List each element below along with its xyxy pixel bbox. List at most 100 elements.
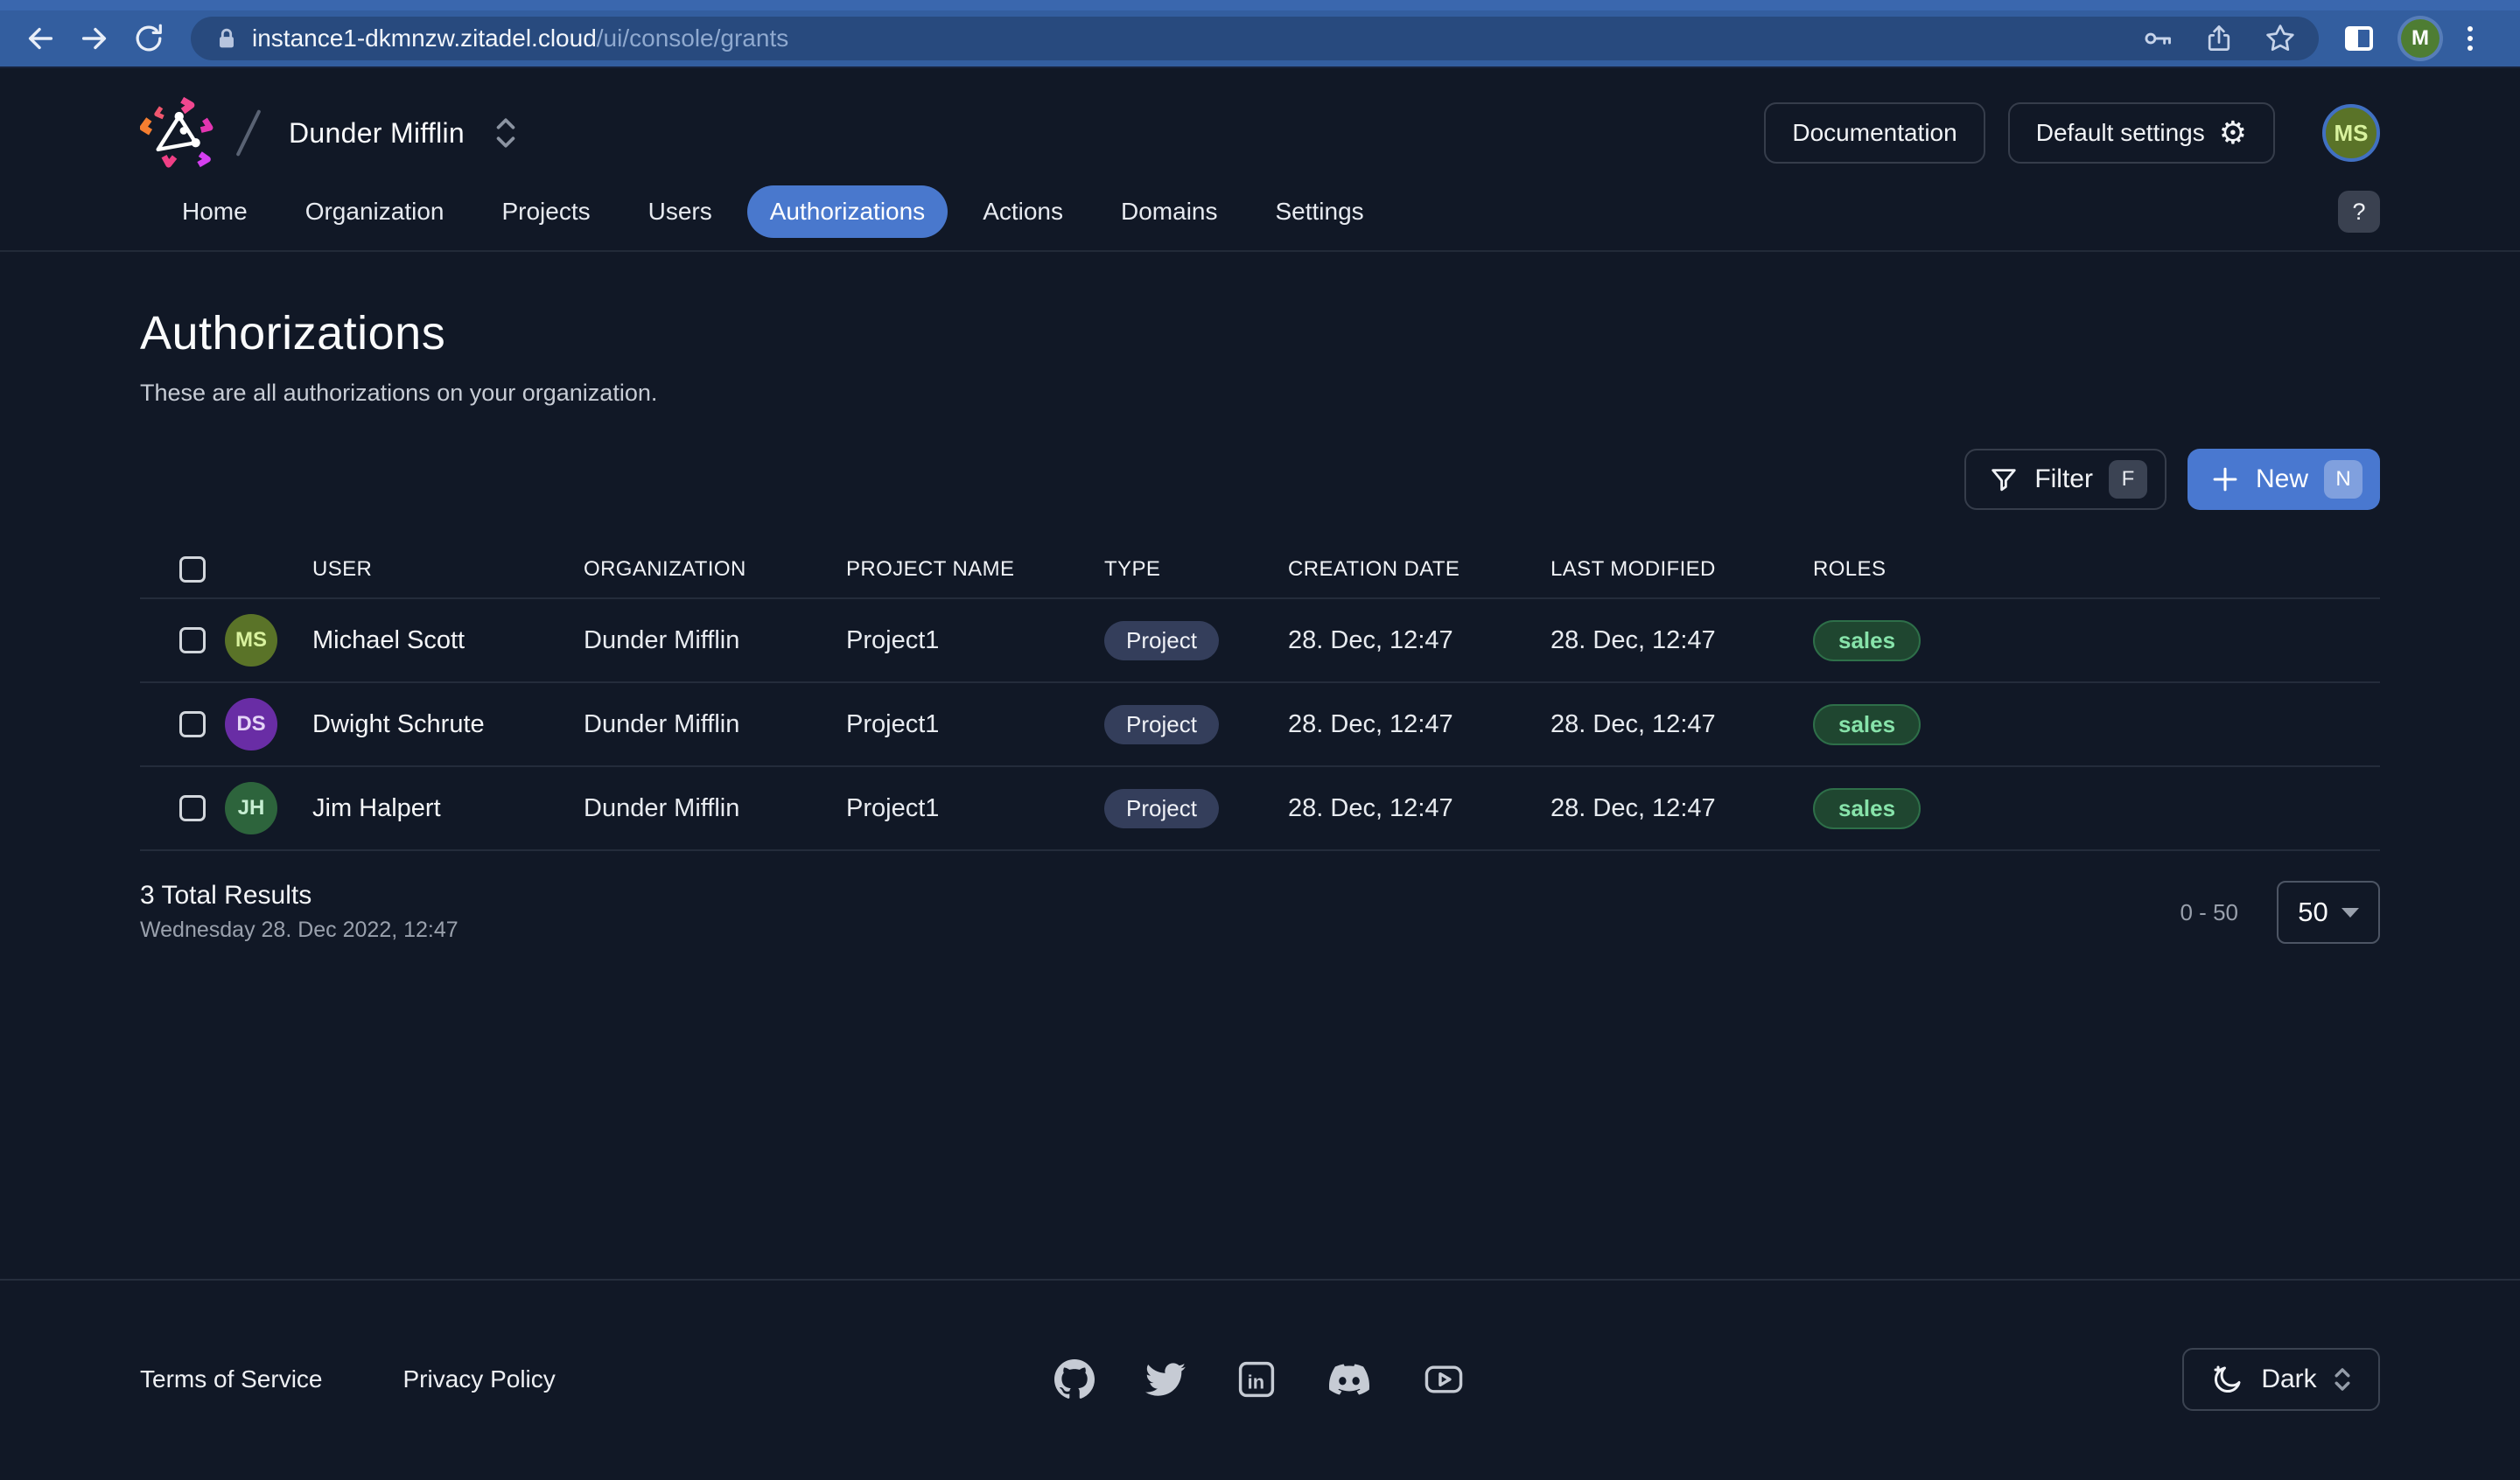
cell-user: Dwight Schrute [312, 710, 584, 739]
page-subtitle: These are all authorizations on your org… [140, 380, 2380, 407]
app-header: Dunder Mifflin Documentation Default set… [0, 68, 2520, 185]
type-badge: Project [1104, 705, 1219, 744]
new-button[interactable]: New N [2188, 449, 2380, 510]
table-row[interactable]: DS Dwight Schrute Dunder Mifflin Project… [140, 683, 2380, 767]
lock-icon [214, 25, 240, 52]
default-settings-label: Default settings [2036, 119, 2205, 147]
org-switcher-chevrons-icon[interactable] [494, 115, 517, 151]
table-header-row: USER ORGANIZATION PROJECT NAME TYPE CREA… [140, 541, 2380, 599]
role-badge: sales [1813, 704, 1921, 745]
type-badge: Project [1104, 621, 1219, 660]
row-checkbox[interactable] [179, 795, 206, 821]
zitadel-logo[interactable] [140, 95, 215, 171]
bookmark-star-icon[interactable] [2264, 23, 2296, 54]
cell-last-modified: 28. Dec, 12:47 [1550, 794, 1813, 823]
app-footer: Terms of Service Privacy Policy in D [0, 1279, 2520, 1478]
zitadel-console: Dunder Mifflin Documentation Default set… [0, 68, 2520, 1478]
page-title: Authorizations [140, 306, 2380, 360]
row-checkbox[interactable] [179, 627, 206, 653]
cell-project-name: Project1 [846, 626, 1104, 655]
authorizations-table: USER ORGANIZATION PROJECT NAME TYPE CREA… [140, 541, 2380, 851]
main-content: Authorizations These are all authorizati… [0, 252, 2520, 1279]
new-label: New [2256, 464, 2308, 494]
social-icons: in [1054, 1359, 1466, 1400]
linkedin-icon[interactable]: in [1236, 1359, 1277, 1400]
github-icon[interactable] [1054, 1359, 1095, 1400]
row-avatar: MS [225, 614, 277, 667]
browser-profile-avatar[interactable]: M [2401, 19, 2440, 58]
filter-label: Filter [2034, 464, 2093, 494]
terms-of-service-link[interactable]: Terms of Service [140, 1365, 323, 1393]
role-badge: sales [1813, 620, 1921, 661]
cell-user: Jim Halpert [312, 794, 584, 823]
col-roles: ROLES [1813, 557, 2380, 582]
cell-roles: sales [1813, 788, 2380, 829]
theme-select[interactable]: Dark [2182, 1348, 2380, 1411]
table-body: MS Michael Scott Dunder Mifflin Project1… [140, 599, 2380, 851]
new-shortcut-badge: N [2324, 460, 2362, 499]
col-project-name: PROJECT NAME [846, 557, 1104, 582]
side-panel-icon[interactable] [2342, 21, 2376, 56]
filter-shortcut-badge: F [2109, 460, 2147, 499]
cell-last-modified: 28. Dec, 12:47 [1550, 626, 1813, 655]
tab-users[interactable]: Users [626, 185, 735, 238]
tab-actions[interactable]: Actions [960, 185, 1086, 238]
role-badge: sales [1813, 788, 1921, 829]
help-button[interactable]: ? [2338, 191, 2380, 233]
row-avatar: DS [225, 698, 277, 750]
svg-text:in: in [1248, 1371, 1264, 1393]
youtube-icon[interactable] [1422, 1359, 1466, 1400]
cell-user: Michael Scott [312, 626, 584, 655]
documentation-label: Documentation [1792, 119, 1956, 147]
documentation-button[interactable]: Documentation [1764, 102, 1984, 164]
reload-icon[interactable] [131, 21, 166, 56]
page-range: 0 - 50 [2180, 899, 2239, 926]
row-checkbox[interactable] [179, 711, 206, 737]
type-badge: Project [1104, 789, 1219, 828]
tab-projects[interactable]: Projects [479, 185, 612, 238]
browser-chrome: instance1-dkmnzw.zitadel.cloud/ui/consol… [0, 0, 2520, 68]
cell-type: Project [1104, 789, 1288, 828]
tab-organization[interactable]: Organization [283, 185, 467, 238]
cell-creation-date: 28. Dec, 12:47 [1288, 710, 1550, 739]
page-size-select[interactable]: 50 [2277, 881, 2380, 944]
default-settings-button[interactable]: Default settings ⚙ [2008, 102, 2275, 164]
caret-down-icon [2342, 908, 2359, 918]
twitter-icon[interactable] [1145, 1359, 1186, 1400]
cell-type: Project [1104, 705, 1288, 744]
privacy-policy-link[interactable]: Privacy Policy [403, 1365, 556, 1393]
cell-project-name: Project1 [846, 794, 1104, 823]
nav-tabs: HomeOrganizationProjects UsersAuthorizati… [0, 185, 2520, 252]
table-row[interactable]: MS Michael Scott Dunder Mifflin Project1… [140, 599, 2380, 683]
tab-authorizations[interactable]: Authorizations [747, 185, 948, 238]
total-results: 3 Total Results [140, 881, 458, 911]
discord-icon[interactable] [1327, 1359, 1371, 1400]
tab-home[interactable]: Home [159, 185, 270, 238]
url-bar[interactable]: instance1-dkmnzw.zitadel.cloud/ui/consol… [191, 17, 2319, 60]
filter-funnel-icon [1989, 464, 2019, 494]
results-timestamp: Wednesday 28. Dec 2022, 12:47 [140, 918, 458, 943]
table-row[interactable]: JH Jim Halpert Dunder Mifflin Project1 P… [140, 767, 2380, 851]
tab-domains[interactable]: Domains [1098, 185, 1240, 238]
table-actions: Filter F New N [140, 449, 2380, 510]
back-icon[interactable] [23, 21, 58, 56]
cell-creation-date: 28. Dec, 12:47 [1288, 794, 1550, 823]
row-avatar: JH [225, 782, 277, 834]
plus-icon [2210, 464, 2240, 494]
results-footer: 3 Total Results Wednesday 28. Dec 2022, … [140, 881, 2380, 944]
org-switcher-label[interactable]: Dunder Mifflin [289, 117, 465, 150]
select-all-checkbox[interactable] [179, 556, 206, 583]
forward-icon[interactable] [77, 21, 112, 56]
cell-creation-date: 28. Dec, 12:47 [1288, 626, 1550, 655]
key-icon[interactable] [2142, 23, 2174, 54]
user-avatar[interactable]: MS [2322, 104, 2380, 162]
url-text: instance1-dkmnzw.zitadel.cloud/ui/consol… [252, 24, 788, 52]
paginator: 0 - 50 50 [2180, 881, 2381, 944]
moon-icon [2210, 1362, 2245, 1397]
kebab-menu-icon[interactable] [2464, 21, 2476, 56]
cell-roles: sales [1813, 704, 2380, 745]
tab-settings[interactable]: Settings [1253, 185, 1387, 238]
share-icon[interactable] [2203, 23, 2235, 54]
footer-links: Terms of Service Privacy Policy [140, 1365, 1054, 1393]
filter-button[interactable]: Filter F [1964, 449, 2166, 510]
